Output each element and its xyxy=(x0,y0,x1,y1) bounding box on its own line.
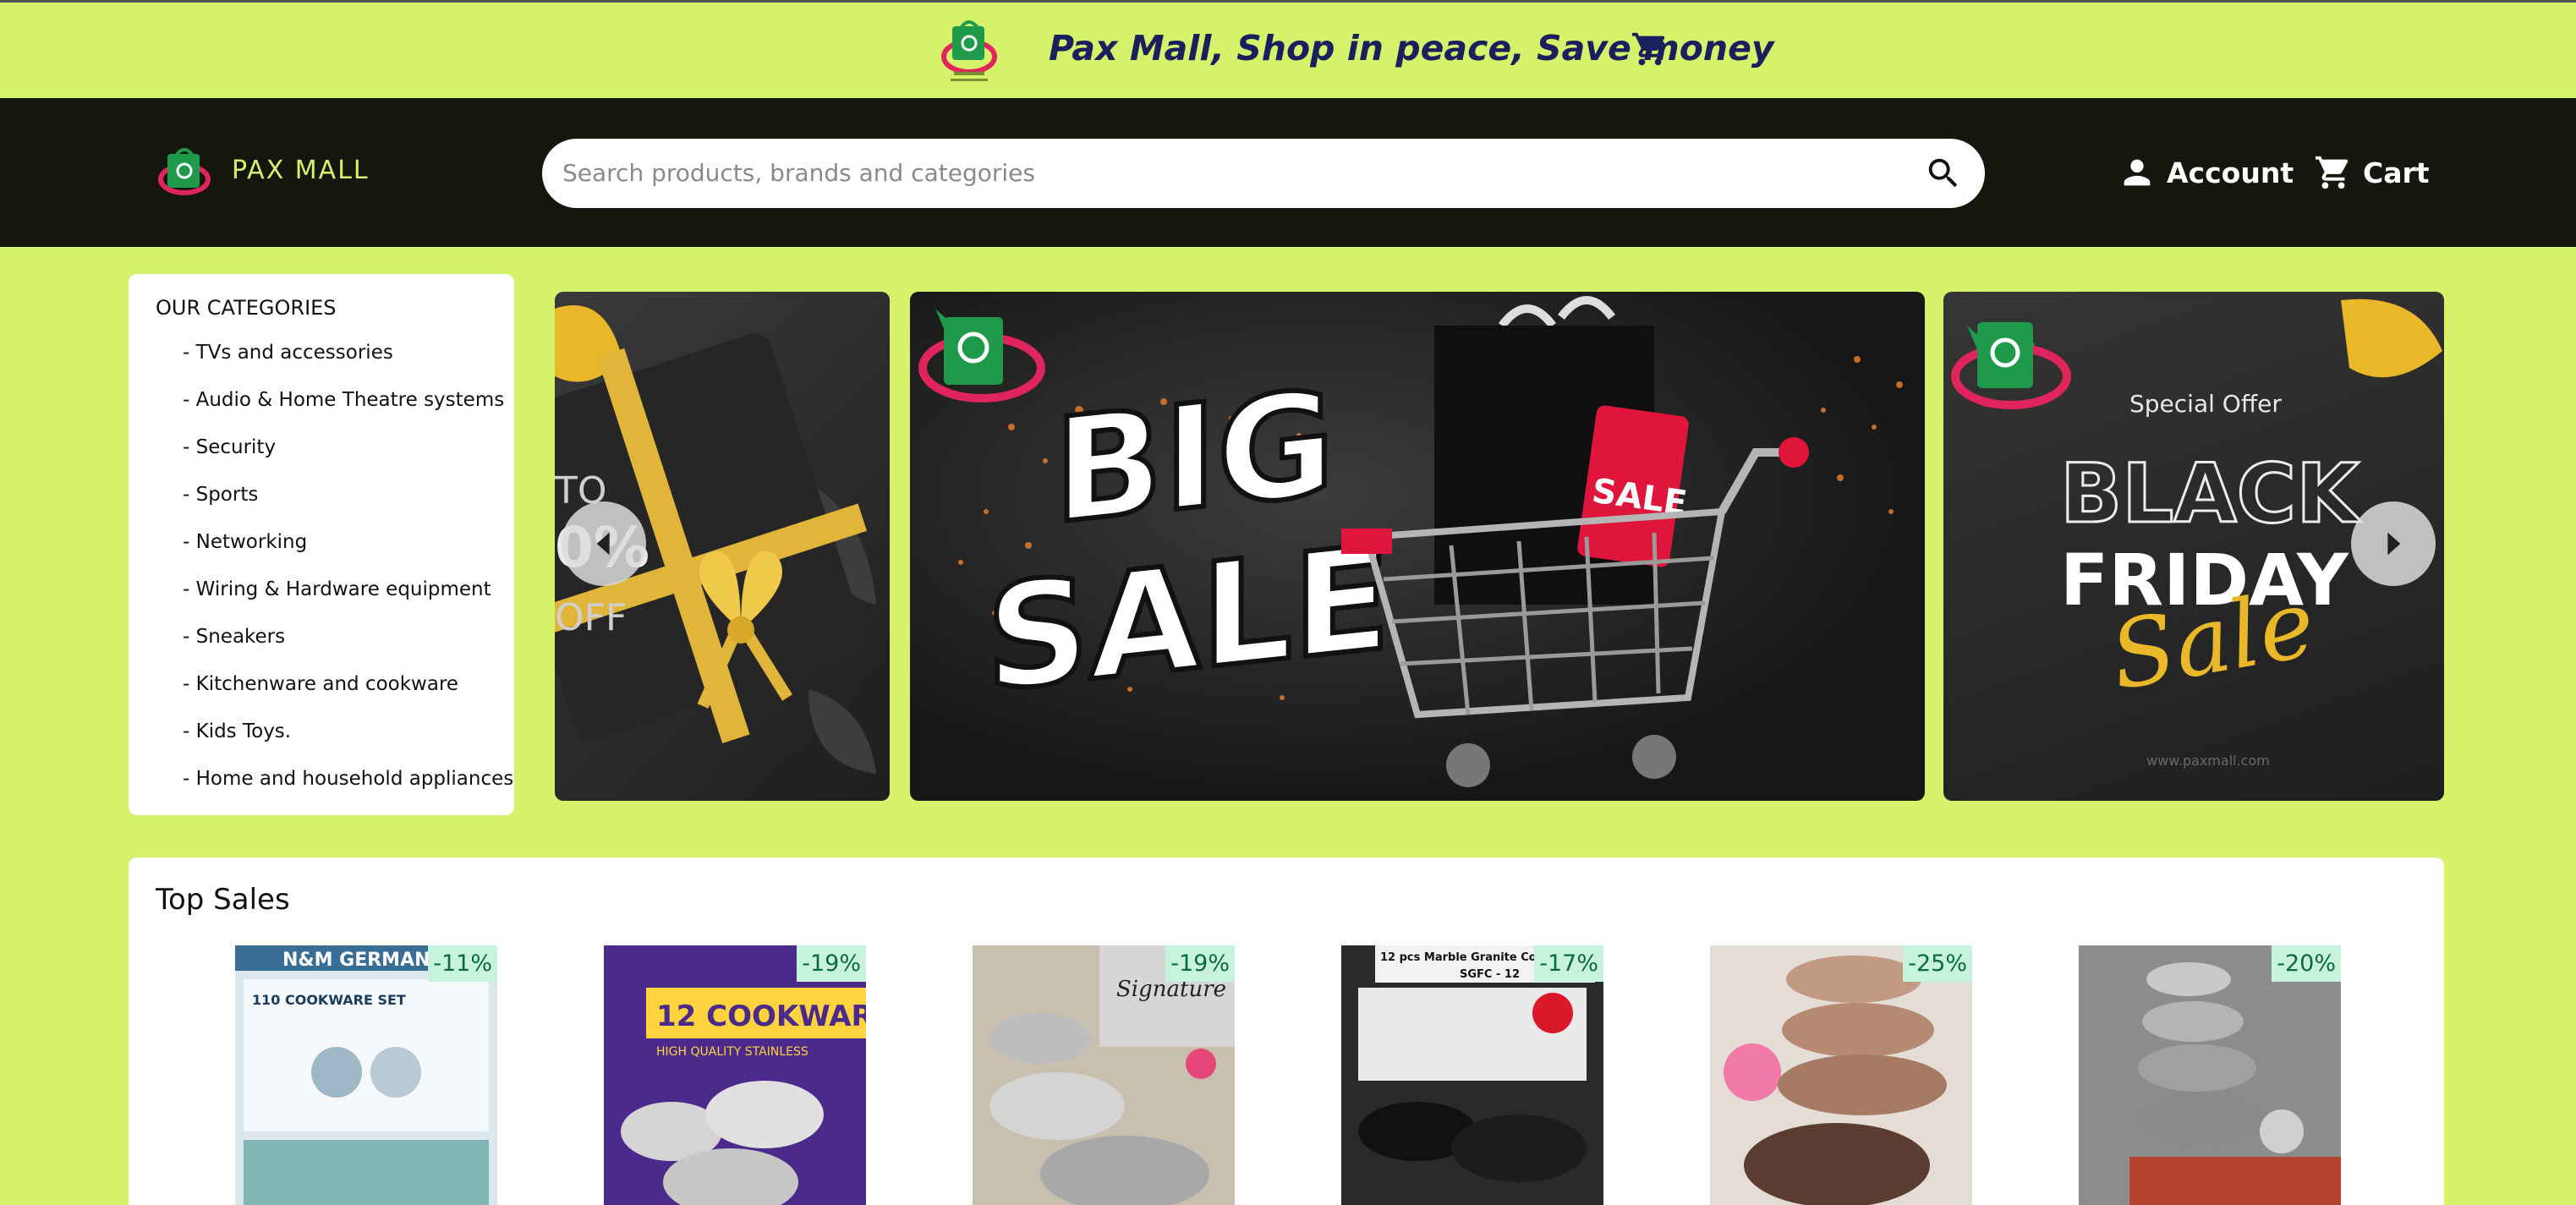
cart-label: Cart xyxy=(2363,156,2430,189)
product-caption: HIGH QUALITY STAINLESS xyxy=(656,1045,808,1059)
discount-badge: -19% xyxy=(797,945,866,982)
category-item[interactable]: - Sports xyxy=(183,480,514,528)
promo-carousel: TO 0% OFF BIG SALE xyxy=(555,292,2444,801)
sale-text: SALE xyxy=(986,515,1390,725)
brand-name[interactable]: PAX MALL xyxy=(232,156,370,185)
category-item[interactable]: - Audio & Home Theatre systems xyxy=(183,386,514,433)
product-image: N&M GERMAN 110 COOKWARE SET xyxy=(235,945,497,1205)
slide-text: OFF xyxy=(555,596,627,639)
cart-link[interactable]: Cart xyxy=(2314,151,2430,194)
product-caption: N&M GERMAN xyxy=(282,950,430,971)
search-input[interactable] xyxy=(562,154,1882,191)
category-item[interactable]: - Wiring & Hardware equipment xyxy=(183,575,514,622)
discount-badge: -20% xyxy=(2272,945,2341,982)
product-image: 12 COOKWARE HIGH QUALITY STAINLESS xyxy=(604,945,866,1205)
category-item[interactable]: - Networking xyxy=(183,528,514,575)
carousel-slide-big-sale[interactable]: BIG SALE SALE xyxy=(910,292,1925,801)
search-icon[interactable] xyxy=(1924,154,1963,193)
category-item[interactable]: - Security xyxy=(183,433,514,480)
header-nav: PAX MALL Account Cart xyxy=(0,98,2576,247)
promo-banner: Pax Mall, Shop in peace, Save money xyxy=(0,0,2576,98)
product-card[interactable]: 12 pcs Marble Granite Cookware SGFC - 12… xyxy=(1341,945,1603,1205)
cart-icon xyxy=(2315,156,2349,189)
discount-badge: -19% xyxy=(1165,945,1235,982)
cart-icon xyxy=(1631,32,1665,66)
slide-text: www.paxmall.com xyxy=(2146,753,2270,769)
brand-logo-icon[interactable] xyxy=(152,142,216,203)
account-label: Account xyxy=(2167,156,2294,189)
product-card[interactable]: N&M GERMAN 110 COOKWARE SET -11% xyxy=(235,945,497,1205)
pax-mall-logo-icon xyxy=(941,20,997,81)
chevron-left-icon xyxy=(596,532,610,556)
product-card[interactable]: -25% xyxy=(1710,945,1972,1205)
product-card[interactable]: Signature -19% xyxy=(973,945,1235,1205)
product-image xyxy=(2079,945,2341,1205)
product-caption: SGFC - 12 xyxy=(1460,968,1520,981)
product-image xyxy=(1710,945,1972,1205)
carousel-next-button[interactable] xyxy=(2351,501,2436,586)
category-item[interactable]: - Kitchenware and cookware xyxy=(183,670,514,717)
top-sales-title: Top Sales xyxy=(156,883,290,917)
big-sale-illustration: BIG SALE SALE xyxy=(918,296,1903,787)
category-item[interactable]: - Home and household appliances xyxy=(183,764,514,812)
top-sales-section: Top Sales N&M GERMAN 110 COOKWARE SET -1… xyxy=(129,857,2444,1205)
category-item[interactable]: - Sneakers xyxy=(183,622,514,670)
categories-panel: OUR CATEGORIES - TVs and accessories - A… xyxy=(129,274,514,815)
product-card[interactable]: 12 COOKWARE HIGH QUALITY STAINLESS -19% xyxy=(604,945,866,1205)
person-icon xyxy=(2124,159,2151,186)
product-image: Signature xyxy=(973,945,1235,1205)
product-caption: 110 COOKWARE SET xyxy=(252,992,406,1008)
search-bar xyxy=(542,139,1985,208)
categories-title: OUR CATEGORIES xyxy=(156,296,337,320)
slide-text: BLACK xyxy=(2060,446,2362,541)
carousel-prev-button[interactable] xyxy=(562,501,646,586)
discount-badge: -25% xyxy=(1903,945,1972,982)
discount-badge: -11% xyxy=(428,945,497,982)
product-image: 12 pcs Marble Granite Cookware SGFC - 12 xyxy=(1341,945,1603,1205)
product-card[interactable]: -20% xyxy=(2079,945,2341,1205)
discount-badge: -17% xyxy=(1534,945,1603,982)
account-link[interactable]: Account xyxy=(2118,151,2294,194)
product-caption: 12 COOKWARE xyxy=(656,1000,866,1033)
category-item[interactable]: - Kids Toys. xyxy=(183,717,514,764)
chevron-right-icon xyxy=(2387,532,2401,556)
category-item[interactable]: - TVs and accessories xyxy=(183,338,514,386)
slide-text: Special Offer xyxy=(2129,390,2282,418)
